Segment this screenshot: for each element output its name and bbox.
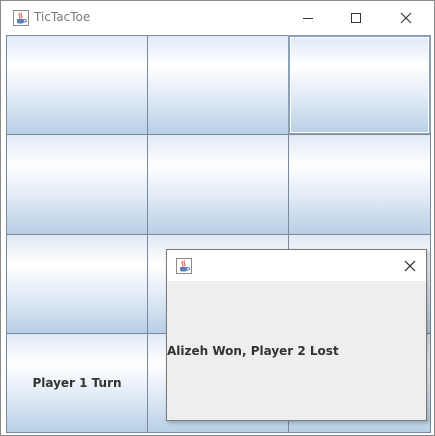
cell-2[interactable] [147,35,289,135]
dialog-title-bar[interactable] [167,250,426,281]
window-title: TicTacToe [34,10,91,24]
cell-5[interactable] [147,134,289,235]
cell-3[interactable] [288,35,431,135]
close-icon [402,259,418,278]
cell-7[interactable] [6,234,148,334]
tictactoe-window: TicTacToe Player 1 Turn Alizeh Won, Play… [0,0,435,436]
dialog-close-button[interactable] [402,258,418,274]
result-dialog: Alizeh Won, Player 2 Lost [166,249,427,421]
minimize-icon [302,12,314,24]
player-turn-label: Player 1 Turn [6,333,148,433]
close-icon [400,12,412,24]
minimize-button[interactable] [285,3,331,32]
java-coffee-icon [13,10,29,26]
maximize-button[interactable] [333,3,379,32]
close-button[interactable] [383,3,429,32]
cell-1[interactable] [6,35,148,135]
cell-6[interactable] [288,134,431,235]
cell-4[interactable] [6,134,148,235]
title-bar[interactable]: TicTacToe [1,1,434,34]
dialog-message: Alizeh Won, Player 2 Lost [167,344,339,358]
java-coffee-icon [176,258,192,274]
maximize-icon [350,12,362,24]
